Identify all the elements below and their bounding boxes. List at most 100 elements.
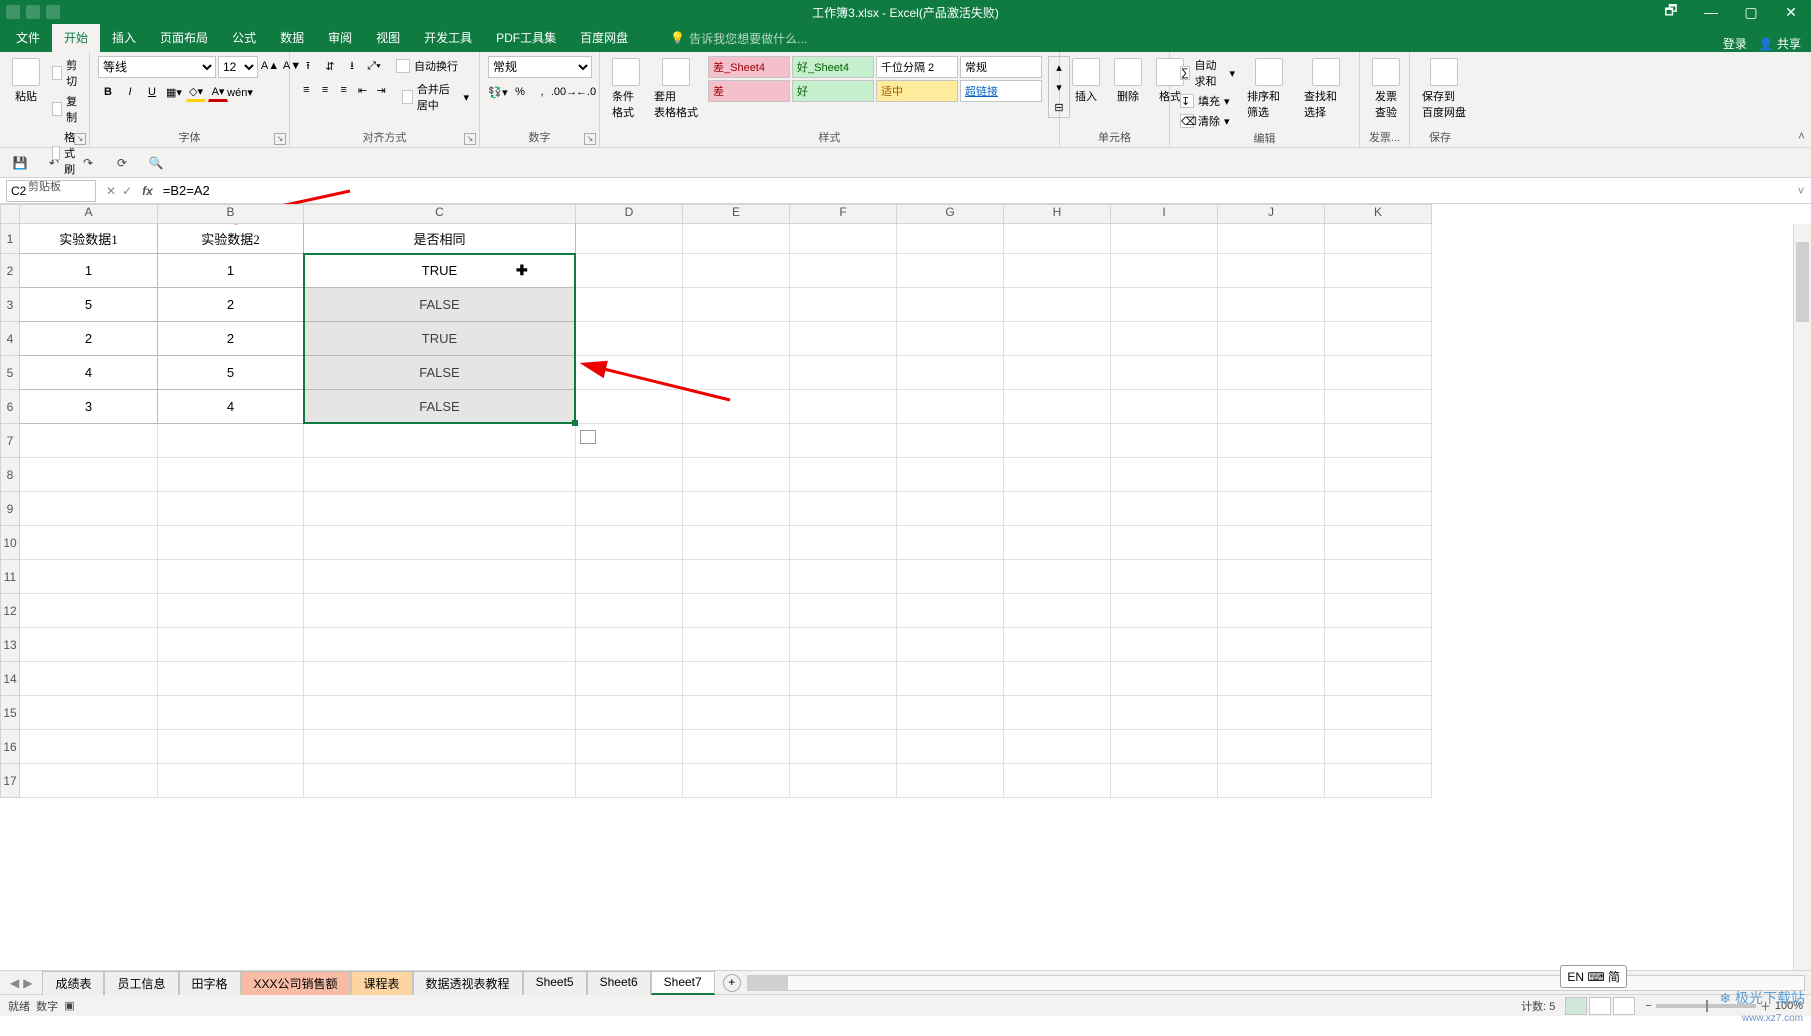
accept-formula-icon[interactable]: ✓ <box>122 184 132 198</box>
cell[interactable] <box>576 662 683 696</box>
row-header[interactable]: 6 <box>0 390 20 424</box>
increase-decimal-icon[interactable]: .00→ <box>554 82 574 102</box>
fill-button[interactable]: ↧填充▾ <box>1178 92 1237 110</box>
column-header[interactable]: B <box>158 204 304 224</box>
cell[interactable] <box>1325 662 1432 696</box>
find-select-button[interactable]: 查找和选择 <box>1300 56 1351 122</box>
cell[interactable] <box>897 356 1004 390</box>
tab-视图[interactable]: 视图 <box>364 23 412 52</box>
cell[interactable] <box>683 730 790 764</box>
cell-style-option[interactable]: 好 <box>792 80 874 102</box>
sheet-tab[interactable]: 课程表 <box>351 971 413 995</box>
comma-icon[interactable]: , <box>532 82 552 102</box>
column-header[interactable]: K <box>1325 204 1432 224</box>
cell[interactable] <box>1111 662 1218 696</box>
fx-icon[interactable]: fx <box>142 184 153 198</box>
cell[interactable] <box>158 560 304 594</box>
cell[interactable]: 4 <box>20 356 158 390</box>
save-baidu-button[interactable]: 保存到 百度网盘 <box>1418 56 1470 122</box>
cell[interactable] <box>1111 356 1218 390</box>
cell[interactable] <box>158 492 304 526</box>
cell[interactable] <box>576 458 683 492</box>
cell[interactable] <box>20 526 158 560</box>
cell[interactable] <box>790 696 897 730</box>
cell[interactable] <box>20 662 158 696</box>
cell[interactable] <box>1004 356 1111 390</box>
row-header[interactable]: 2 <box>0 254 20 288</box>
cell[interactable] <box>1004 662 1111 696</box>
dialog-launcher-icon[interactable]: ↘ <box>74 133 86 145</box>
cell[interactable] <box>576 492 683 526</box>
cell[interactable]: 实验数据1 <box>20 224 158 254</box>
cell[interactable] <box>683 224 790 254</box>
cell[interactable] <box>683 696 790 730</box>
print-preview-icon[interactable]: 🔍 <box>146 153 166 173</box>
cell[interactable] <box>897 390 1004 424</box>
cell-style-option[interactable]: 差_Sheet4 <box>708 56 790 78</box>
orientation-icon[interactable]: ⤢▾ <box>364 56 384 76</box>
cell[interactable] <box>1325 288 1432 322</box>
font-color-icon[interactable]: A▾ <box>208 82 228 102</box>
tab-公式[interactable]: 公式 <box>220 23 268 52</box>
cell[interactable] <box>897 662 1004 696</box>
row-header[interactable]: 5 <box>0 356 20 390</box>
zoom-out-icon[interactable]: − <box>1645 1000 1651 1012</box>
cell[interactable] <box>1218 288 1325 322</box>
cell[interactable] <box>683 288 790 322</box>
cell[interactable] <box>1004 322 1111 356</box>
cell[interactable] <box>683 492 790 526</box>
clear-button[interactable]: ⌫清除▾ <box>1178 112 1237 130</box>
cell[interactable] <box>790 288 897 322</box>
cell[interactable] <box>20 594 158 628</box>
font-name-select[interactable]: 等线 <box>98 56 216 78</box>
cell[interactable] <box>158 628 304 662</box>
cell[interactable] <box>790 424 897 458</box>
tab-审阅[interactable]: 审阅 <box>316 23 364 52</box>
increase-indent-icon[interactable]: ⇥ <box>373 80 390 100</box>
cell[interactable]: 5 <box>20 288 158 322</box>
align-left-icon[interactable]: ≡ <box>298 80 315 100</box>
fill-color-icon[interactable]: ◇▾ <box>186 82 206 102</box>
column-header[interactable]: I <box>1111 204 1218 224</box>
cell[interactable] <box>683 254 790 288</box>
cell[interactable] <box>576 322 683 356</box>
underline-icon[interactable]: U <box>142 82 162 102</box>
row-header[interactable]: 3 <box>0 288 20 322</box>
tab-PDF工具集[interactable]: PDF工具集 <box>484 23 568 52</box>
align-middle-icon[interactable]: ⇵ <box>320 56 340 76</box>
cell[interactable] <box>1004 390 1111 424</box>
cell[interactable] <box>683 560 790 594</box>
cell[interactable] <box>897 560 1004 594</box>
merge-center-button[interactable]: 合并后居中▾ <box>400 80 471 114</box>
copy-button[interactable]: 复制 <box>50 92 83 126</box>
restore-down-icon[interactable]: 🗗 <box>1651 0 1691 24</box>
row-header[interactable]: 8 <box>0 458 20 492</box>
cell[interactable] <box>304 696 576 730</box>
dialog-launcher-icon[interactable]: ↘ <box>584 133 596 145</box>
cell[interactable] <box>1004 458 1111 492</box>
sheet-tab[interactable]: 田字格 <box>179 971 241 995</box>
column-header[interactable]: A <box>20 204 158 224</box>
page-break-view-icon[interactable] <box>1613 997 1635 1015</box>
cell[interactable] <box>897 764 1004 798</box>
vertical-scrollbar[interactable] <box>1793 224 1811 970</box>
tab-开始[interactable]: 开始 <box>52 23 100 52</box>
cell[interactable] <box>1325 390 1432 424</box>
cell[interactable] <box>790 594 897 628</box>
cell[interactable] <box>576 628 683 662</box>
phonetic-icon[interactable]: wén▾ <box>230 82 250 102</box>
cell[interactable] <box>683 424 790 458</box>
align-right-icon[interactable]: ≡ <box>335 80 352 100</box>
refresh-icon[interactable]: ⟳ <box>112 153 132 173</box>
cell[interactable] <box>576 224 683 254</box>
cell[interactable] <box>1004 424 1111 458</box>
cell[interactable] <box>20 560 158 594</box>
cell[interactable] <box>1218 628 1325 662</box>
cell[interactable] <box>683 628 790 662</box>
cell[interactable] <box>1111 696 1218 730</box>
cell[interactable] <box>576 594 683 628</box>
cell-style-option[interactable]: 超链接 <box>960 80 1042 102</box>
cell-styles-gallery[interactable]: 差_Sheet4好_Sheet4千位分隔 2常规差好适中超链接 <box>708 56 1042 102</box>
cell[interactable] <box>1004 696 1111 730</box>
cell[interactable] <box>1218 764 1325 798</box>
